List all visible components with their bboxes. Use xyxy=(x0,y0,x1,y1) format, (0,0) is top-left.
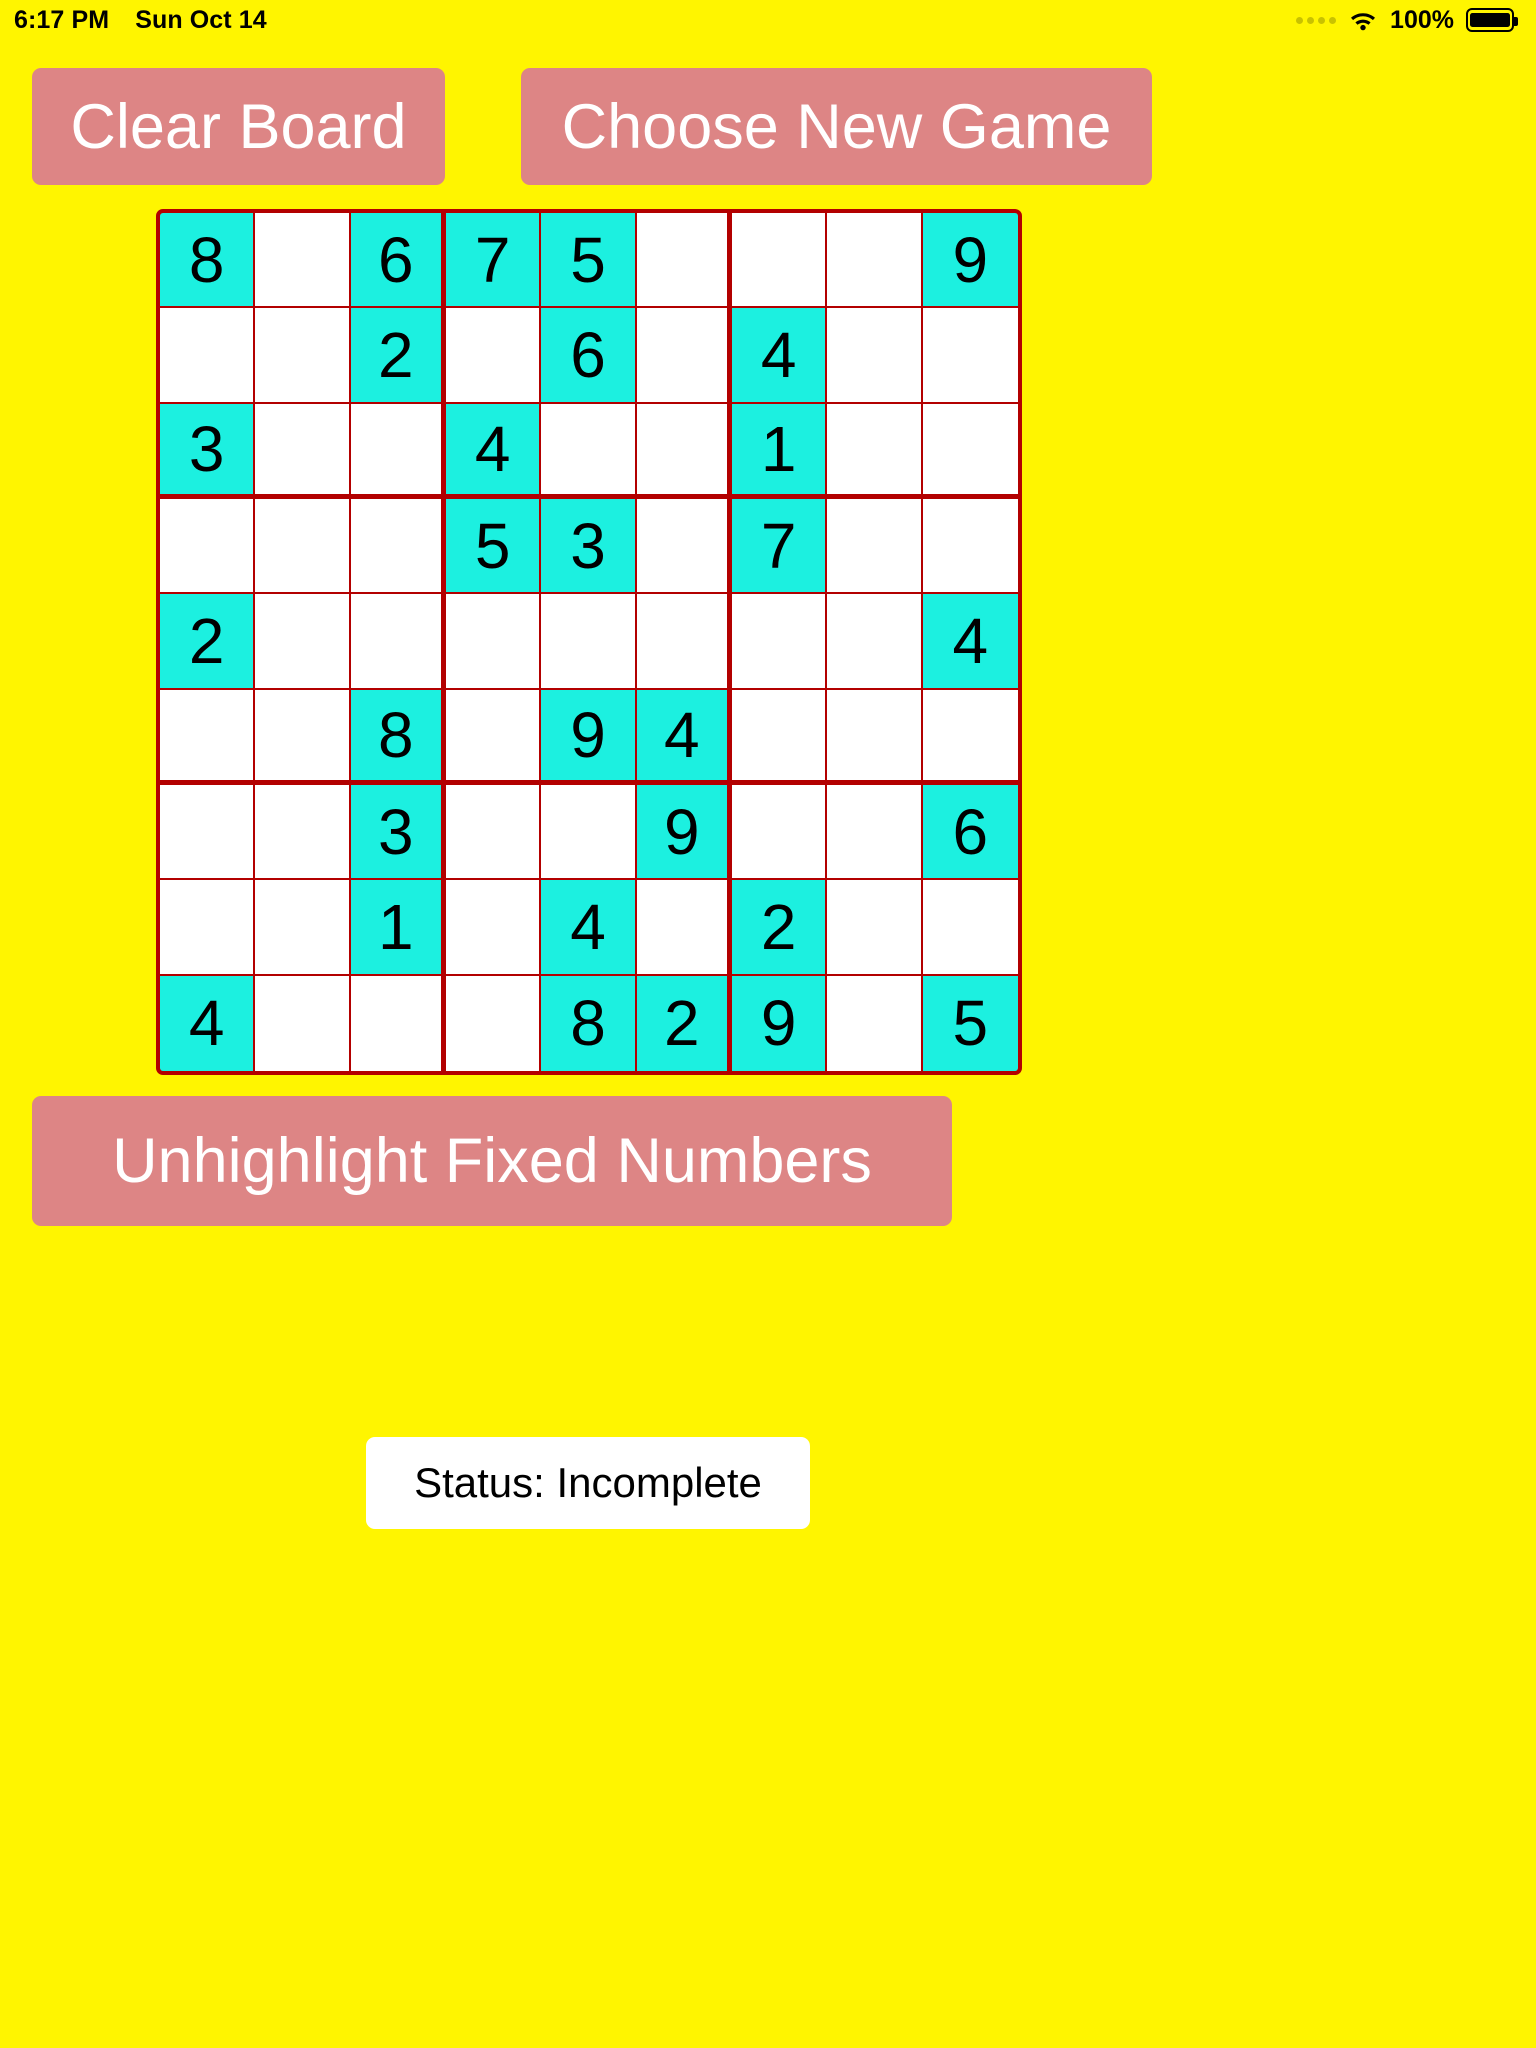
sudoku-cell-r2c2[interactable] xyxy=(255,308,351,404)
sudoku-cell-r4c2[interactable] xyxy=(255,499,351,595)
sudoku-cell-r9c4[interactable] xyxy=(446,975,542,1071)
sudoku-cell-r4c4[interactable]: 5 xyxy=(446,499,542,595)
sudoku-cell-r4c5[interactable]: 3 xyxy=(541,499,637,595)
sudoku-cell-r4c6[interactable] xyxy=(636,499,732,595)
sudoku-cell-r6c8[interactable] xyxy=(827,689,923,785)
battery-percent-label: 100% xyxy=(1390,5,1454,34)
sudoku-cell-r8c2[interactable] xyxy=(255,880,351,976)
sudoku-cell-r5c9[interactable]: 4 xyxy=(922,594,1018,690)
sudoku-cell-r5c8[interactable] xyxy=(827,594,923,690)
sudoku-cell-r7c1[interactable] xyxy=(160,785,256,881)
clear-board-button[interactable]: Clear Board xyxy=(32,68,445,185)
sudoku-cell-r9c7[interactable]: 9 xyxy=(732,975,828,1071)
sudoku-cell-r2c8[interactable] xyxy=(827,308,923,404)
top-button-row: Clear Board Choose New Game xyxy=(32,68,1152,185)
sudoku-cell-r2c3[interactable]: 2 xyxy=(350,308,446,404)
sudoku-cell-r1c1[interactable]: 8 xyxy=(160,213,256,309)
sudoku-cell-r5c2[interactable] xyxy=(255,594,351,690)
sudoku-cell-r8c6[interactable] xyxy=(636,880,732,976)
sudoku-cell-r2c4[interactable] xyxy=(446,308,542,404)
sudoku-cell-r6c1[interactable] xyxy=(160,689,256,785)
sudoku-cell-r5c3[interactable] xyxy=(350,594,446,690)
sudoku-cell-r2c9[interactable] xyxy=(922,308,1018,404)
sudoku-cell-r5c1[interactable]: 2 xyxy=(160,594,256,690)
sudoku-cell-r4c9[interactable] xyxy=(922,499,1018,595)
sudoku-cell-r7c5[interactable] xyxy=(541,785,637,881)
status-bar-date: Sun Oct 14 xyxy=(135,5,267,34)
battery-full-icon xyxy=(1466,8,1518,32)
sudoku-cell-r7c4[interactable] xyxy=(446,785,542,881)
sudoku-cell-r2c6[interactable] xyxy=(636,308,732,404)
sudoku-cell-r3c7[interactable]: 1 xyxy=(732,403,828,499)
sudoku-cell-r6c4[interactable] xyxy=(446,689,542,785)
sudoku-cell-r9c1[interactable]: 4 xyxy=(160,975,256,1071)
sudoku-cell-r6c9[interactable] xyxy=(922,689,1018,785)
status-bar-time: 6:17 PM xyxy=(14,5,110,34)
sudoku-cell-r1c5[interactable]: 5 xyxy=(541,213,637,309)
sudoku-cell-r8c5[interactable]: 4 xyxy=(541,880,637,976)
sudoku-cell-r4c8[interactable] xyxy=(827,499,923,595)
sudoku-cell-r7c8[interactable] xyxy=(827,785,923,881)
sudoku-cell-r1c3[interactable]: 6 xyxy=(350,213,446,309)
sudoku-cell-r9c5[interactable]: 8 xyxy=(541,975,637,1071)
sudoku-cell-r1c8[interactable] xyxy=(827,213,923,309)
sudoku-cell-r5c6[interactable] xyxy=(636,594,732,690)
sudoku-cell-r5c7[interactable] xyxy=(732,594,828,690)
status-bar: 6:17 PM Sun Oct 14 100% xyxy=(0,0,1536,40)
sudoku-cell-r7c6[interactable]: 9 xyxy=(636,785,732,881)
cellular-dots-icon xyxy=(1296,16,1337,24)
sudoku-cell-r6c7[interactable] xyxy=(732,689,828,785)
sudoku-cell-r3c6[interactable] xyxy=(636,403,732,499)
sudoku-cell-r4c3[interactable] xyxy=(350,499,446,595)
sudoku-cell-r7c2[interactable] xyxy=(255,785,351,881)
sudoku-cell-r4c1[interactable] xyxy=(160,499,256,595)
sudoku-cell-r2c1[interactable] xyxy=(160,308,256,404)
sudoku-cell-r4c7[interactable]: 7 xyxy=(732,499,828,595)
sudoku-cell-r9c3[interactable] xyxy=(350,975,446,1071)
sudoku-board: 867592643415372489439614248295 xyxy=(156,209,1022,1075)
sudoku-cell-r8c3[interactable]: 1 xyxy=(350,880,446,976)
sudoku-cell-r8c1[interactable] xyxy=(160,880,256,976)
button-gap xyxy=(445,68,521,185)
choose-new-game-button[interactable]: Choose New Game xyxy=(521,68,1152,185)
sudoku-cell-r2c7[interactable]: 4 xyxy=(732,308,828,404)
sudoku-cell-r3c4[interactable]: 4 xyxy=(446,403,542,499)
sudoku-cell-r6c6[interactable]: 4 xyxy=(636,689,732,785)
sudoku-cell-r8c9[interactable] xyxy=(922,880,1018,976)
sudoku-cell-r3c1[interactable]: 3 xyxy=(160,403,256,499)
wifi-icon xyxy=(1348,9,1378,31)
sudoku-cell-r8c7[interactable]: 2 xyxy=(732,880,828,976)
sudoku-cell-r6c3[interactable]: 8 xyxy=(350,689,446,785)
sudoku-cell-r7c9[interactable]: 6 xyxy=(922,785,1018,881)
sudoku-cell-r6c2[interactable] xyxy=(255,689,351,785)
sudoku-cell-r5c5[interactable] xyxy=(541,594,637,690)
sudoku-cell-r7c7[interactable] xyxy=(732,785,828,881)
sudoku-cell-r9c6[interactable]: 2 xyxy=(636,975,732,1071)
sudoku-cell-r1c2[interactable] xyxy=(255,213,351,309)
sudoku-cell-r3c3[interactable] xyxy=(350,403,446,499)
sudoku-cell-r3c8[interactable] xyxy=(827,403,923,499)
sudoku-cell-r5c4[interactable] xyxy=(446,594,542,690)
sudoku-cell-r1c7[interactable] xyxy=(732,213,828,309)
sudoku-cell-r8c8[interactable] xyxy=(827,880,923,976)
sudoku-cell-r3c2[interactable] xyxy=(255,403,351,499)
sudoku-cell-r3c9[interactable] xyxy=(922,403,1018,499)
sudoku-cell-r9c9[interactable]: 5 xyxy=(922,975,1018,1071)
sudoku-cell-r9c2[interactable] xyxy=(255,975,351,1071)
status-badge: Status: Incomplete xyxy=(366,1437,810,1529)
unhighlight-fixed-numbers-button[interactable]: Unhighlight Fixed Numbers xyxy=(32,1096,952,1226)
status-bar-right: 100% xyxy=(1296,5,1518,35)
sudoku-cell-r1c4[interactable]: 7 xyxy=(446,213,542,309)
sudoku-cell-r2c5[interactable]: 6 xyxy=(541,308,637,404)
sudoku-cell-r7c3[interactable]: 3 xyxy=(350,785,446,881)
sudoku-cell-r3c5[interactable] xyxy=(541,403,637,499)
sudoku-cell-r6c5[interactable]: 9 xyxy=(541,689,637,785)
sudoku-cell-r9c8[interactable] xyxy=(827,975,923,1071)
sudoku-cell-r1c6[interactable] xyxy=(636,213,732,309)
sudoku-cell-r8c4[interactable] xyxy=(446,880,542,976)
status-bar-left: 6:17 PM Sun Oct 14 xyxy=(14,6,267,35)
sudoku-cell-r1c9[interactable]: 9 xyxy=(922,213,1018,309)
